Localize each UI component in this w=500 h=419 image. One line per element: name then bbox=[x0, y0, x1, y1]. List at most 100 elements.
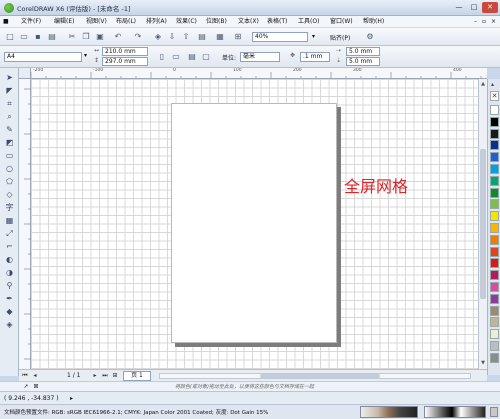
menu-help[interactable]: 帮助(H) bbox=[363, 17, 384, 27]
current-page-icon[interactable]: ▢ bbox=[200, 51, 212, 63]
last-page-icon[interactable]: ⏭ bbox=[101, 372, 109, 380]
vertical-scrollbar[interactable]: ▲ ▼ bbox=[478, 79, 487, 369]
palette-swatch[interactable] bbox=[490, 317, 499, 328]
a4-page[interactable] bbox=[171, 103, 337, 343]
page-tab[interactable]: 页 1 bbox=[123, 371, 151, 381]
ruler-origin-corner[interactable] bbox=[19, 68, 31, 79]
search-content-icon[interactable]: ◈ bbox=[152, 31, 164, 43]
outline-indicator-swatch[interactable] bbox=[424, 406, 486, 418]
menu-text[interactable]: 文本(X) bbox=[238, 17, 259, 27]
doc-restore-button[interactable]: ▫ bbox=[482, 17, 486, 27]
palette-swatch[interactable] bbox=[490, 270, 499, 281]
menu-view[interactable]: 视图(V) bbox=[86, 17, 107, 27]
app-launcher-icon[interactable]: ▦ bbox=[214, 31, 226, 43]
zoom-tool-icon[interactable]: ⌕ bbox=[3, 111, 16, 122]
paste-icon[interactable]: ▣ bbox=[94, 31, 106, 43]
doc-minimize-button[interactable]: – bbox=[474, 17, 477, 27]
nudge-distance-field[interactable]: .1 mm bbox=[300, 52, 330, 62]
palette-swatch[interactable] bbox=[490, 116, 499, 127]
menu-bitmaps[interactable]: 位图(B) bbox=[206, 17, 227, 27]
units-select[interactable]: 毫米 bbox=[240, 52, 280, 62]
vertical-ruler[interactable] bbox=[19, 79, 31, 369]
shape-tool-icon[interactable]: ◤ bbox=[3, 85, 16, 96]
horizontal-scroll-thumb[interactable] bbox=[260, 374, 380, 378]
copy-icon[interactable]: ❐ bbox=[80, 31, 92, 43]
palette-swatch[interactable] bbox=[490, 187, 499, 198]
print-icon[interactable]: ▤ bbox=[46, 31, 58, 43]
add-page-icon[interactable]: ⊞ bbox=[111, 372, 119, 380]
palette-swatch[interactable] bbox=[490, 164, 499, 174]
basic-shapes-tool-icon[interactable]: ◇ bbox=[3, 189, 16, 200]
document-palette-none-icon[interactable]: ⊠ bbox=[32, 383, 40, 391]
scroll-down-icon[interactable]: ▼ bbox=[480, 360, 486, 366]
menu-layout[interactable]: 布局(L) bbox=[116, 17, 136, 27]
document-palette-pointer-icon[interactable]: ➚ bbox=[22, 383, 30, 391]
no-color-swatch[interactable]: ✕ bbox=[490, 91, 499, 101]
palette-swatch[interactable] bbox=[490, 211, 499, 222]
welcome-screen-icon[interactable]: ⊞ bbox=[232, 31, 244, 43]
palette-swatch[interactable] bbox=[490, 329, 499, 340]
portrait-icon[interactable]: ▯ bbox=[156, 51, 168, 63]
fill-tool-icon[interactable]: ◆ bbox=[3, 306, 16, 317]
publish-pdf-icon[interactable]: ▤ bbox=[196, 31, 208, 43]
dimension-tool-icon[interactable]: ⤢ bbox=[3, 228, 16, 239]
palette-swatch[interactable] bbox=[490, 293, 499, 304]
pick-tool-icon[interactable]: ➤ bbox=[3, 72, 16, 83]
all-pages-icon[interactable]: ▤ bbox=[186, 51, 198, 63]
text-tool-icon[interactable]: 字 bbox=[3, 202, 16, 213]
menu-window[interactable]: 窗口(W) bbox=[330, 17, 353, 27]
import-icon[interactable]: ⇩ bbox=[166, 31, 178, 43]
close-button[interactable]: ✕ bbox=[482, 2, 498, 13]
menu-file[interactable]: 文件(F) bbox=[21, 17, 41, 27]
palette-swatch[interactable] bbox=[490, 105, 499, 115]
table-tool-icon[interactable]: ▦ bbox=[3, 215, 16, 226]
palette-swatch[interactable] bbox=[490, 234, 499, 245]
interactive-blend-tool-icon[interactable]: ◐ bbox=[3, 254, 16, 265]
palette-swatch[interactable] bbox=[490, 282, 499, 292]
fill-indicator-swatch[interactable] bbox=[360, 406, 418, 418]
duplicate-distance-x-field[interactable]: 5.0 mm bbox=[346, 47, 380, 56]
outline-color-swatch[interactable] bbox=[490, 407, 498, 417]
crop-tool-icon[interactable]: ⌗ bbox=[3, 98, 16, 109]
page-width-field[interactable]: 210.0 mm bbox=[102, 47, 148, 56]
export-icon[interactable]: ⇧ bbox=[180, 31, 192, 43]
menu-table[interactable]: 表格(T) bbox=[267, 17, 287, 27]
snap-to-dropdown[interactable]: 贴齐(P) bbox=[330, 33, 350, 42]
undo-icon[interactable]: ↶ bbox=[112, 31, 124, 43]
eyedropper-tool-icon[interactable]: ⚲ bbox=[3, 280, 16, 291]
polygon-tool-icon[interactable]: ⬠ bbox=[3, 176, 16, 187]
palette-swatch[interactable] bbox=[490, 341, 499, 351]
redo-icon[interactable]: ↷ bbox=[132, 31, 144, 43]
zoom-dropdown-icon[interactable]: ▾ bbox=[312, 33, 315, 40]
palette-swatch[interactable] bbox=[490, 152, 499, 163]
maximize-button[interactable]: □ bbox=[467, 2, 481, 13]
new-document-icon[interactable]: □ bbox=[4, 31, 16, 43]
menu-edit[interactable]: 编辑(E) bbox=[54, 17, 74, 27]
menu-tools[interactable]: 工具(O) bbox=[298, 17, 319, 27]
scroll-up-icon[interactable]: ▲ bbox=[480, 81, 486, 87]
page-size-dropdown-icon[interactable]: ▾ bbox=[84, 52, 87, 59]
menu-app-icon[interactable]: ■ bbox=[3, 17, 9, 27]
page-height-field[interactable]: 297.0 mm bbox=[102, 57, 148, 66]
cut-icon[interactable]: ✂ bbox=[66, 31, 78, 43]
palette-swatch[interactable] bbox=[490, 128, 499, 139]
palette-swatch[interactable] bbox=[490, 175, 499, 186]
ellipse-tool-icon[interactable]: ○ bbox=[3, 163, 16, 174]
open-folder-icon[interactable]: ▭ bbox=[18, 31, 30, 43]
first-page-icon[interactable]: ⏮ bbox=[21, 372, 29, 380]
palette-swatch[interactable] bbox=[490, 140, 499, 151]
rectangle-tool-icon[interactable]: ▭ bbox=[3, 150, 16, 161]
previous-page-icon[interactable]: ◂ bbox=[31, 372, 39, 380]
menu-effects[interactable]: 效果(C) bbox=[176, 17, 197, 27]
zoom-level-select[interactable]: 40% bbox=[252, 32, 308, 42]
save-icon[interactable]: ▪ bbox=[32, 31, 44, 43]
palette-swatch[interactable] bbox=[490, 223, 499, 233]
coreldraw-app-icon[interactable] bbox=[4, 3, 14, 13]
status-arrow-icon[interactable]: ▸ bbox=[70, 395, 73, 402]
horizontal-ruler[interactable]: -200 -100 0 100 200 300 400 bbox=[31, 68, 487, 79]
palette-swatch[interactable] bbox=[490, 305, 499, 316]
outline-pen-tool-icon[interactable]: ✒ bbox=[3, 293, 16, 304]
options-icon[interactable]: ⚙ bbox=[364, 31, 376, 43]
landscape-icon[interactable]: ▭ bbox=[170, 51, 182, 63]
page-size-select[interactable]: A4 bbox=[4, 52, 82, 62]
